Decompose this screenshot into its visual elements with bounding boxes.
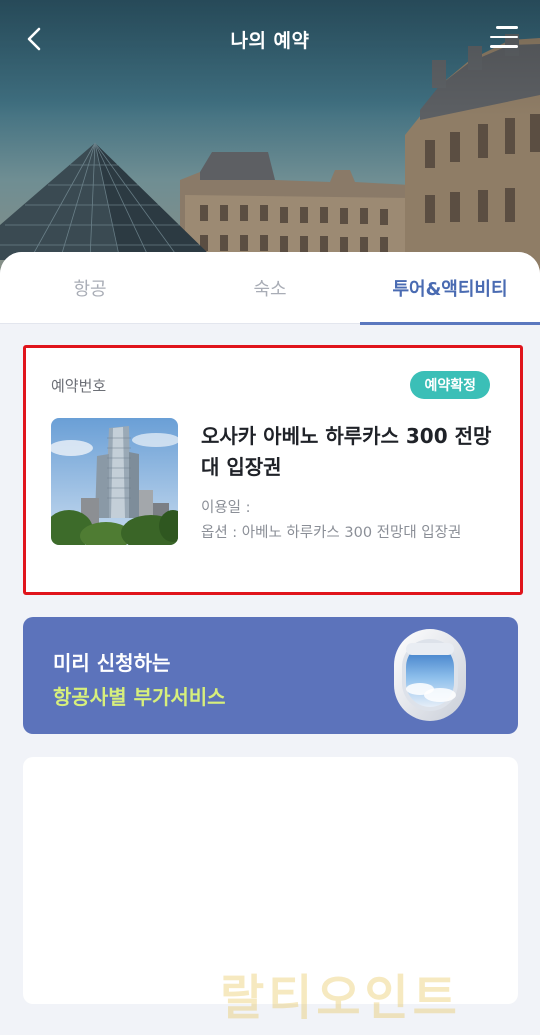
top-bar: 나의 예약: [0, 0, 540, 78]
airplane-window-icon: [394, 629, 466, 721]
skyscraper-photo: [51, 418, 178, 545]
reservation-number-label: 예약번호: [51, 377, 107, 395]
airline-services-banner[interactable]: 미리 신청하는 항공사별 부가서비스: [23, 617, 518, 734]
tab-accommodation[interactable]: 숙소: [180, 252, 360, 324]
banner-line1: 미리 신청하는: [53, 651, 171, 675]
hamburger-menu-icon[interactable]: [490, 26, 518, 52]
product-thumbnail: [51, 418, 178, 545]
product-title: 오사카 아베노 하루카스 300 전망대 입장권: [201, 424, 492, 479]
status-badge: 예약확정: [410, 371, 490, 399]
page-title: 나의 예약: [230, 30, 310, 52]
content-sheet: 항공 숙소 투어&액티비티 예약번호 예약확정 오사카 아베노 하루카스 300…: [0, 252, 540, 1035]
watermark-text: 랄티오인트: [220, 970, 461, 1026]
option-text: 옵션 : 아베노 하루카스 300 전망대 입장권: [201, 525, 462, 541]
tab-tour-activity[interactable]: 투어&액티비티: [360, 252, 540, 325]
banner-line2: 항공사별 부가서비스: [53, 685, 226, 709]
use-date-label: 이용일 :: [201, 500, 251, 516]
category-tabs: 항공 숙소 투어&액티비티: [0, 252, 540, 325]
booking-card[interactable]: 예약번호 예약확정 오사카 아베노 하루카스 300 전망대 입장권 이용일:…: [23, 345, 523, 595]
tab-flight[interactable]: 항공: [0, 252, 180, 324]
